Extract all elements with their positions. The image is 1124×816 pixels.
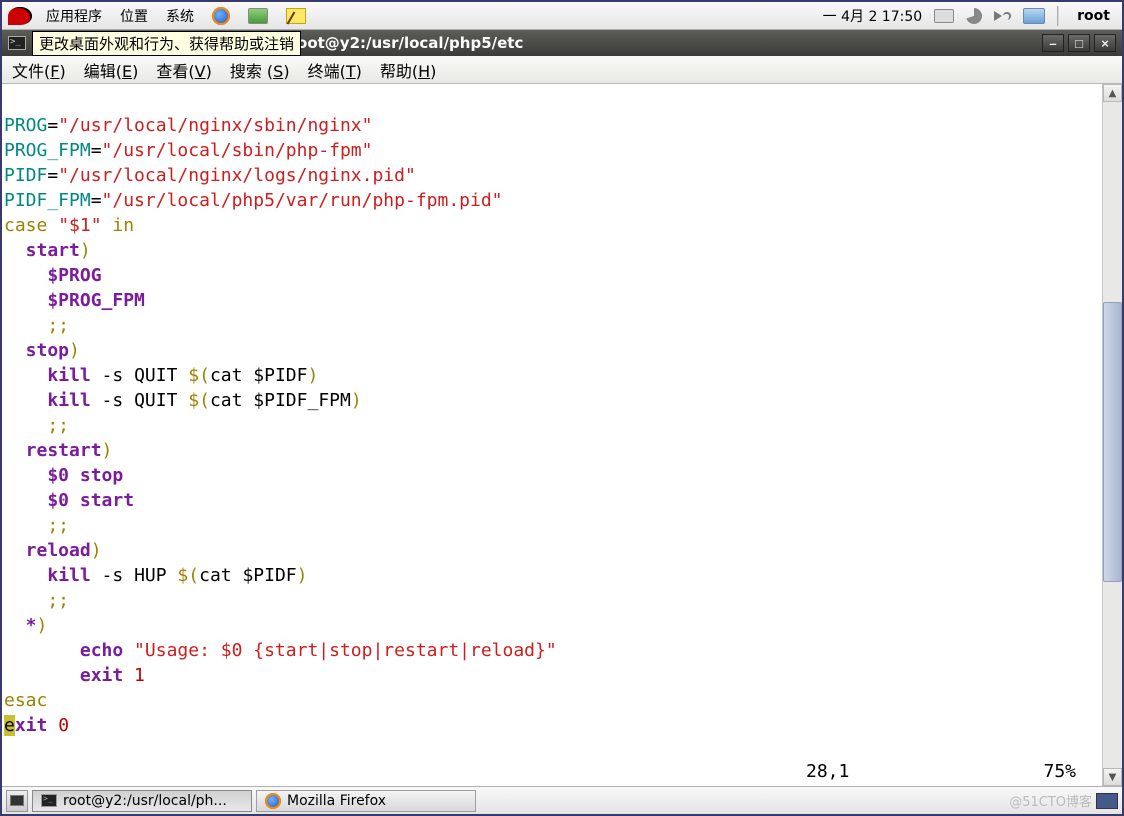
gnome-top-panel: 应用程序 位置 系统 一 4月 2 17:50 root bbox=[2, 2, 1122, 30]
window-title: oot@y2:/usr/local/php5/etc bbox=[297, 34, 523, 52]
vertical-scrollbar[interactable]: ▲ ▼ bbox=[1102, 84, 1122, 786]
menu-applications[interactable]: 应用程序 bbox=[42, 4, 106, 28]
scroll-thumb[interactable] bbox=[1103, 302, 1122, 582]
taskbar-terminal[interactable]: root@y2:/usr/local/ph... bbox=[32, 790, 252, 812]
vim-status-line: 28,1 75% bbox=[4, 759, 1076, 784]
cpu-tray-icon[interactable] bbox=[966, 8, 982, 24]
gnome-bottom-panel: root@y2:/usr/local/ph... Mozilla Firefox… bbox=[2, 786, 1122, 814]
code-line: stop bbox=[4, 340, 69, 361]
window-titlebar[interactable]: 更改桌面外观和行为、获得帮助或注销 oot@y2:/usr/local/php5… bbox=[2, 30, 1122, 56]
system-menu-tooltip: 更改桌面外观和行为、获得帮助或注销 bbox=[32, 31, 301, 56]
show-desktop-button[interactable] bbox=[6, 790, 28, 812]
menu-search[interactable]: 搜索 (S) bbox=[230, 58, 290, 82]
firefox-icon bbox=[212, 7, 230, 25]
disk-tray-icon[interactable] bbox=[934, 9, 954, 23]
close-button[interactable]: × bbox=[1094, 34, 1116, 52]
code-line: PROG bbox=[4, 115, 47, 136]
menu-places[interactable]: 位置 bbox=[116, 4, 152, 28]
scroll-down-button[interactable]: ▼ bbox=[1103, 768, 1122, 786]
redhat-logo-icon bbox=[8, 7, 32, 25]
task-label: root@y2:/usr/local/ph... bbox=[63, 793, 227, 809]
scroll-percent: 75% bbox=[1006, 759, 1076, 784]
editor-area: PROG="/usr/local/nginx/sbin/nginx" PROG_… bbox=[2, 84, 1122, 786]
workspace-switcher[interactable] bbox=[1096, 793, 1118, 809]
taskbar-firefox[interactable]: Mozilla Firefox bbox=[256, 790, 476, 812]
terminal-icon bbox=[8, 36, 26, 50]
menu-view[interactable]: 查看(V) bbox=[156, 58, 211, 82]
firefox-icon bbox=[265, 793, 281, 809]
code-line: ;; bbox=[4, 315, 69, 336]
terminal-icon bbox=[41, 794, 57, 807]
watermark: @51CTO博客 bbox=[1009, 791, 1092, 810]
app-menubar: 文件(F) 编辑(E) 查看(V) 搜索 (S) 终端(T) 帮助(H) bbox=[2, 56, 1122, 84]
code-line: $PROG_FPM bbox=[4, 290, 145, 311]
cursor: e bbox=[4, 715, 15, 736]
task-label: Mozilla Firefox bbox=[287, 793, 386, 809]
code-line: ;; bbox=[4, 515, 69, 536]
network-tray-icon[interactable] bbox=[1023, 8, 1045, 24]
user-menu[interactable]: root bbox=[1071, 8, 1116, 24]
code-line: start bbox=[4, 240, 80, 261]
code-line: ;; bbox=[4, 415, 69, 436]
code-editor[interactable]: PROG="/usr/local/nginx/sbin/nginx" PROG_… bbox=[2, 84, 1102, 786]
launcher-update[interactable] bbox=[244, 6, 272, 26]
launcher-firefox[interactable] bbox=[208, 5, 234, 27]
code-line: case bbox=[4, 215, 58, 236]
note-icon bbox=[286, 8, 306, 24]
minimize-button[interactable]: – bbox=[1042, 34, 1064, 52]
menu-system[interactable]: 系统 bbox=[162, 4, 198, 28]
code-line: * bbox=[4, 615, 37, 636]
code-line: ;; bbox=[4, 590, 69, 611]
menu-terminal[interactable]: 终端(T) bbox=[308, 58, 362, 82]
volume-tray-icon[interactable] bbox=[994, 11, 1011, 21]
panel-separator bbox=[1057, 6, 1059, 26]
menu-help[interactable]: 帮助(H) bbox=[380, 58, 437, 82]
launcher-notes[interactable] bbox=[282, 6, 310, 26]
cursor-position: 28,1 bbox=[806, 759, 1006, 784]
code-line: reload bbox=[4, 540, 91, 561]
code-line: $PROG bbox=[4, 265, 102, 286]
code-line: PROG_FPM bbox=[4, 140, 91, 161]
code-line: esac bbox=[4, 690, 47, 711]
clock[interactable]: 一 4月 2 17:50 bbox=[823, 6, 923, 26]
code-line: PIDF bbox=[4, 165, 47, 186]
menu-edit[interactable]: 编辑(E) bbox=[84, 58, 139, 82]
code-line: $0 start bbox=[4, 490, 134, 511]
menu-file[interactable]: 文件(F) bbox=[12, 58, 66, 82]
scroll-track[interactable] bbox=[1103, 102, 1122, 768]
scroll-up-button[interactable]: ▲ bbox=[1103, 84, 1122, 102]
code-line: $0 stop bbox=[4, 465, 123, 486]
maximize-button[interactable]: □ bbox=[1068, 34, 1090, 52]
code-line: restart bbox=[4, 440, 102, 461]
package-icon bbox=[248, 8, 268, 24]
code-line: PIDF_FPM bbox=[4, 190, 91, 211]
